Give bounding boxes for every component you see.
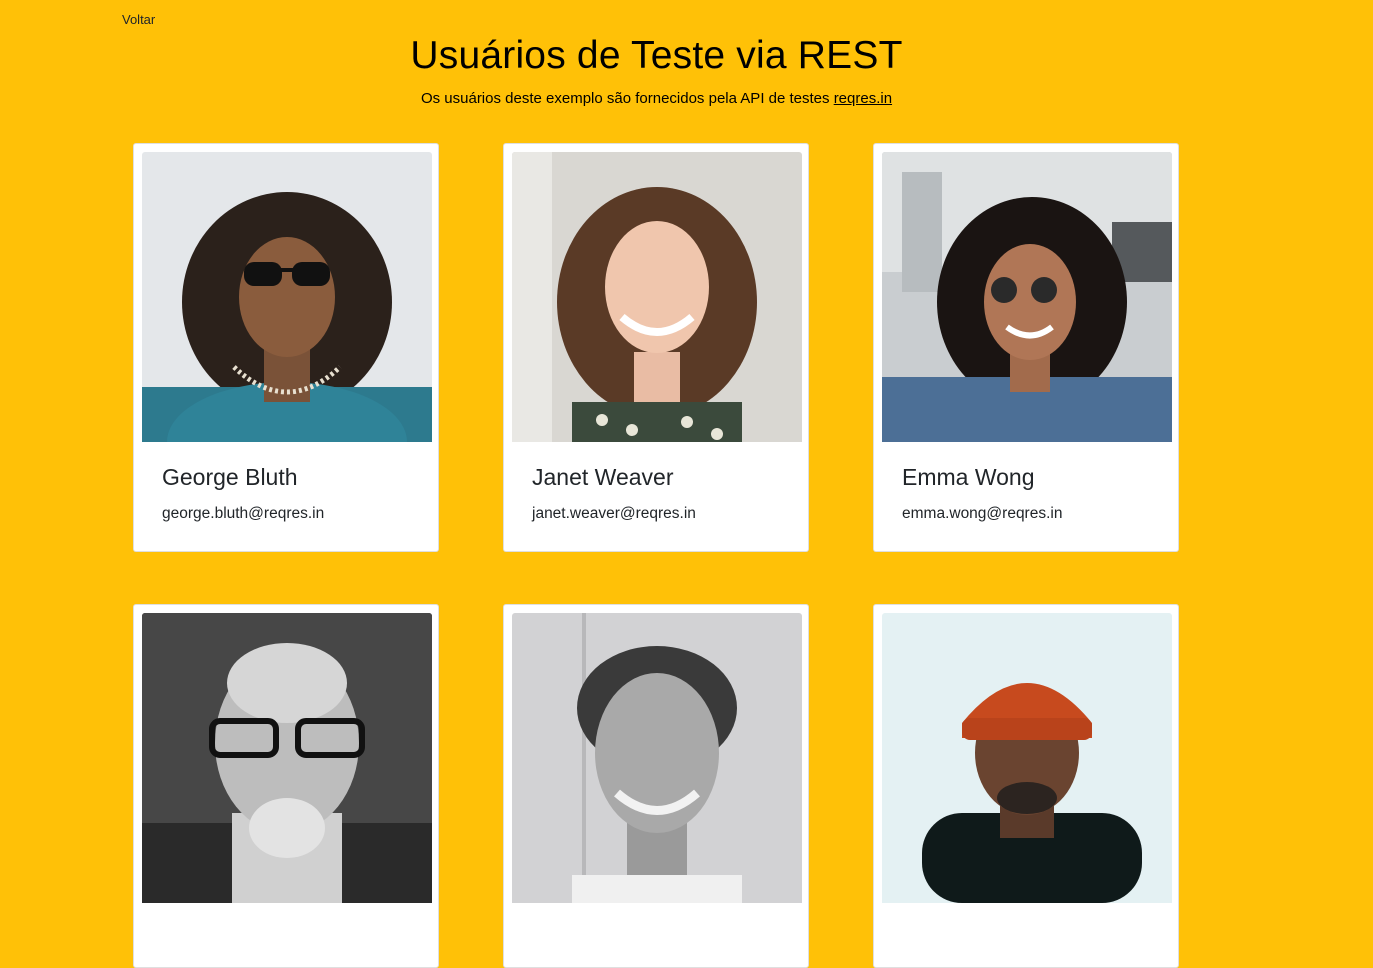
user-card — [133, 604, 439, 968]
user-card — [503, 604, 809, 968]
user-photo — [882, 152, 1172, 442]
user-email: emma.wong@reqres.in — [902, 505, 1063, 522]
user-photo — [512, 613, 802, 903]
user-photo — [142, 152, 432, 442]
user-name: Emma Wong — [902, 464, 1035, 490]
reqres-link[interactable]: reqres.in — [834, 90, 892, 107]
page-title: Usuários de Teste via REST — [410, 34, 903, 77]
user-name: Janet Weaver — [532, 464, 674, 490]
page-subtitle: Os usuários deste exemplo são fornecidos… — [0, 90, 1313, 107]
user-email: janet.weaver@reqres.in — [532, 505, 696, 522]
user-photo — [512, 152, 802, 442]
user-photo — [882, 613, 1172, 903]
user-card: Emma Wong emma.wong@reqres.in — [873, 143, 1179, 552]
user-photo — [142, 613, 432, 903]
user-card — [873, 604, 1179, 968]
user-name: George Bluth — [162, 464, 298, 490]
user-card: George Bluth george.bluth@reqres.in — [133, 143, 439, 552]
back-link[interactable]: Voltar — [122, 12, 155, 27]
subtitle-text: Os usuários deste exemplo são fornecidos… — [420, 90, 834, 107]
user-email: george.bluth@reqres.in — [162, 505, 325, 522]
user-card: Janet Weaver janet.weaver@reqres.in — [503, 143, 809, 552]
